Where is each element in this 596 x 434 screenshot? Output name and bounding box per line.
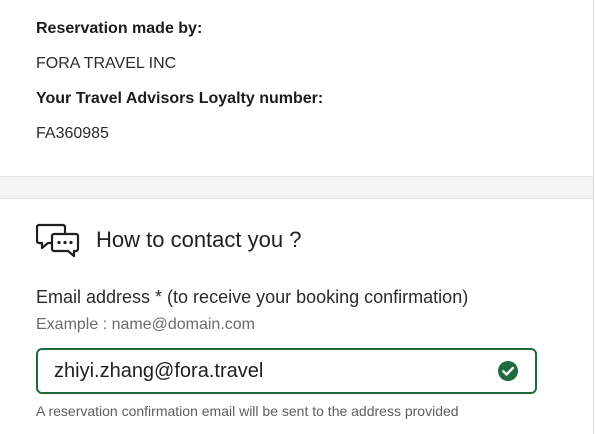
email-field-label: Email address * (to receive your booking… (36, 287, 469, 307)
loyalty-number-value: FA360985 (36, 125, 109, 142)
email-input-value[interactable]: zhiyi.zhang@fora.travel (54, 360, 497, 383)
loyalty-number-label: Your Travel Advisors Loyalty number: (36, 90, 324, 107)
email-example-hint: Example : name@domain.com (36, 316, 255, 333)
section-divider (0, 176, 593, 199)
contact-section-header: How to contact you ? (35, 222, 302, 258)
email-help-text: A reservation confirmation email will be… (36, 403, 459, 419)
contact-form-page: Reservation made by: FORA TRAVEL INC You… (0, 0, 596, 434)
right-border (593, 0, 594, 434)
contact-section-title: How to contact you ? (96, 227, 302, 252)
reservation-made-by-value: FORA TRAVEL INC (36, 55, 177, 72)
check-circle-icon (497, 360, 519, 382)
chat-bubbles-icon (35, 222, 80, 258)
email-input[interactable]: zhiyi.zhang@fora.travel (36, 348, 537, 394)
reservation-made-by-label: Reservation made by: (36, 20, 203, 37)
